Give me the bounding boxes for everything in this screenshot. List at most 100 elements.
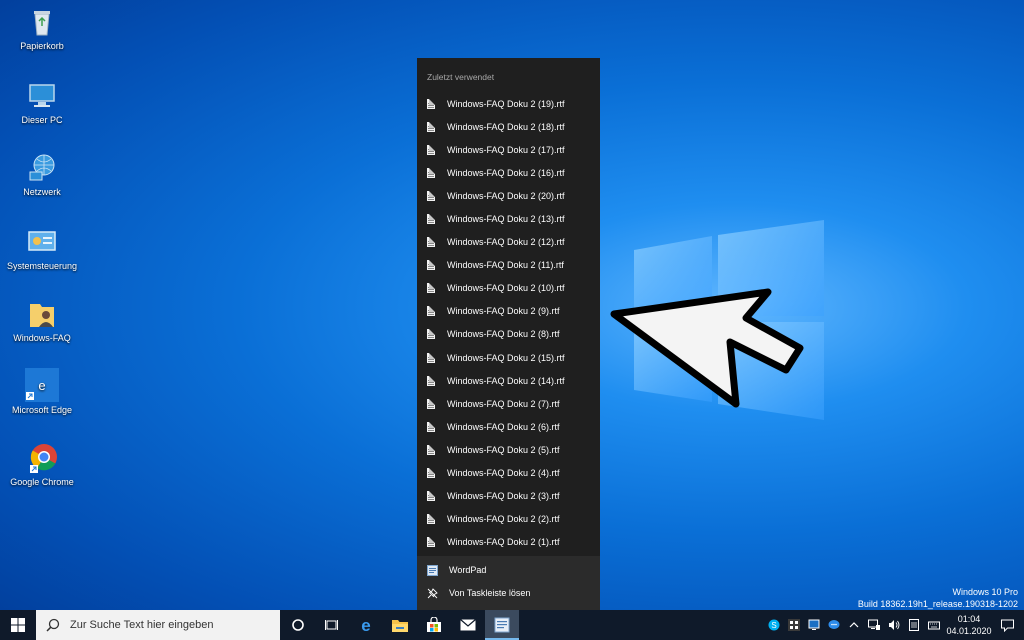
recent-file-item[interactable]: Windows-FAQ Doku 2 (17).rtf [417,138,600,161]
speaker-icon [889,620,900,630]
recent-file-item[interactable]: Windows-FAQ Doku 2 (5).rtf [417,438,600,461]
recent-file-name: Windows-FAQ Doku 2 (18).rtf [447,121,565,132]
recent-file-name: Windows-FAQ Doku 2 (7).rtf [447,398,560,409]
document-icon [427,444,435,455]
recent-file-item[interactable]: Windows-FAQ Doku 2 (12).rtf [417,231,600,254]
recent-file-name: Windows-FAQ Doku 2 (3).rtf [447,491,560,502]
taskbar-clock[interactable]: 01:04 04.01.2020 [944,613,994,637]
taskbar-jump-list: Zuletzt verwendet Windows-FAQ Doku 2 (19… [417,58,600,610]
recent-file-name: Windows-FAQ Doku 2 (4).rtf [447,468,560,479]
recent-file-name: Windows-FAQ Doku 2 (11).rtf [447,260,564,271]
taskbar-mail-button[interactable] [451,610,485,640]
notepad-icon [909,619,919,631]
recent-file-item[interactable]: Windows-FAQ Doku 2 (1).rtf [417,531,600,554]
tray-chat-button[interactable] [827,618,841,632]
taskbar-store-button[interactable] [417,610,451,640]
search-icon [46,618,60,632]
chrome-icon [30,444,57,473]
tray-monitor-button[interactable] [807,618,821,632]
windows-start-icon [11,618,25,632]
document-icon [427,514,435,525]
taskbar-wordpad-button[interactable] [485,610,519,640]
control-panel-icon [28,231,56,251]
recent-file-item[interactable]: Windows-FAQ Doku 2 (9).rtf [417,300,600,323]
recent-file-item[interactable]: Windows-FAQ Doku 2 (4).rtf [417,462,600,485]
desktop-icon-network[interactable]: Netzwerk [0,152,84,197]
recent-file-name: Windows-FAQ Doku 2 (20).rtf [447,190,565,201]
document-icon [427,167,435,178]
desktop-icon-label: Google Chrome [10,477,74,487]
task-view-button[interactable] [315,610,349,640]
desktop-icon-control-panel[interactable]: Systemsteuerung [0,226,84,271]
taskbar-file-explorer-button[interactable] [383,610,417,640]
jump-list-tasks: WordPad Von Taskleiste lösen [417,556,600,610]
chevron-up-icon [849,622,859,628]
recent-file-item[interactable]: Windows-FAQ Doku 2 (3).rtf [417,485,600,508]
tray-app-button[interactable] [787,618,801,632]
start-button[interactable] [0,610,36,640]
recent-file-name: Windows-FAQ Doku 2 (10).rtf [447,283,565,294]
recent-file-item[interactable]: Windows-FAQ Doku 2 (6).rtf [417,415,600,438]
desktop-icon-microsoft-edge[interactable]: e Microsoft Edge [0,368,84,415]
taskbar-edge-button[interactable]: e [349,610,383,640]
windows-edition: Windows 10 Pro [952,587,1018,597]
tray-keyboard-button[interactable] [927,618,941,632]
document-icon [427,537,435,548]
task-view-icon [325,620,338,630]
recent-file-item[interactable]: Windows-FAQ Doku 2 (19).rtf [417,92,600,115]
store-icon [427,617,441,632]
recent-file-name: Windows-FAQ Doku 2 (6).rtf [447,421,560,432]
folder-user-icon [30,304,54,327]
search-placeholder: Zur Suche Text hier eingeben [70,619,214,631]
tray-skype-button[interactable]: S [767,618,781,632]
recent-file-item[interactable]: Windows-FAQ Doku 2 (20).rtf [417,184,600,207]
document-icon [427,421,435,432]
recent-file-item[interactable]: Windows-FAQ Doku 2 (18).rtf [417,115,600,138]
desktop-icon-label: Microsoft Edge [11,405,73,415]
recent-file-item[interactable]: Windows-FAQ Doku 2 (11).rtf [417,254,600,277]
recent-file-name: Windows-FAQ Doku 2 (16).rtf [447,167,565,178]
recent-file-name: Windows-FAQ Doku 2 (12).rtf [447,237,565,248]
recent-file-item[interactable]: Windows-FAQ Doku 2 (13).rtf [417,207,600,230]
desktop-icon-this-pc[interactable]: Dieser PC [0,80,84,125]
desktop-icon-label: Dieser PC [21,115,63,125]
tray-network-button[interactable] [867,618,881,632]
grid-app-icon [788,619,800,631]
recent-files-list: Windows-FAQ Doku 2 (19).rtf Windows-FAQ … [417,92,600,554]
recent-file-item[interactable]: Windows-FAQ Doku 2 (16).rtf [417,161,600,184]
document-icon [427,468,435,479]
document-icon [427,398,435,409]
recent-file-item[interactable]: Windows-FAQ Doku 2 (7).rtf [417,392,600,415]
unpin-from-taskbar-item[interactable]: Von Taskleiste lösen [417,582,600,604]
desktop-icon-recycle-bin[interactable]: Papierkorb [0,6,84,51]
recent-file-item[interactable]: Windows-FAQ Doku 2 (10).rtf [417,277,600,300]
cortana-button[interactable] [281,610,315,640]
desktop-icon-label: Systemsteuerung [6,261,78,271]
document-icon [427,121,435,132]
recent-file-item[interactable]: Windows-FAQ Doku 2 (8).rtf [417,323,600,346]
open-wordpad-item[interactable]: WordPad [417,559,600,581]
desktop-icon-google-chrome[interactable]: Google Chrome [0,442,84,487]
document-icon [427,329,435,340]
system-tray: S 01:04 04.01.2020 [764,610,1024,640]
unpin-icon [427,587,438,598]
recent-file-name: Windows-FAQ Doku 2 (19).rtf [447,98,565,109]
recent-file-item[interactable]: Windows-FAQ Doku 2 (15).rtf [417,346,600,369]
ethernet-icon [868,619,880,630]
action-center-button[interactable] [1000,618,1014,632]
jump-list-header: Zuletzt verwendet [427,72,495,82]
tray-notepad-button[interactable] [907,618,921,632]
tray-show-hidden-button[interactable] [847,618,861,632]
recent-file-item[interactable]: Windows-FAQ Doku 2 (14).rtf [417,369,600,392]
windows-watermark: Windows 10 Pro Build 18362.19h1_release.… [858,586,1018,610]
document-icon [427,260,435,271]
taskbar-search-box[interactable]: Zur Suche Text hier eingeben [36,610,280,640]
unpin-label: Von Taskleiste lösen [449,588,531,598]
tray-volume-button[interactable] [887,618,901,632]
monitor-icon [808,619,820,630]
wordpad-label: WordPad [449,565,487,575]
recent-file-item[interactable]: Windows-FAQ Doku 2 (2).rtf [417,508,600,531]
computer-icon [29,84,55,107]
svg-text:e: e [38,378,45,393]
desktop-icon-windows-faq[interactable]: Windows-FAQ [0,298,84,343]
